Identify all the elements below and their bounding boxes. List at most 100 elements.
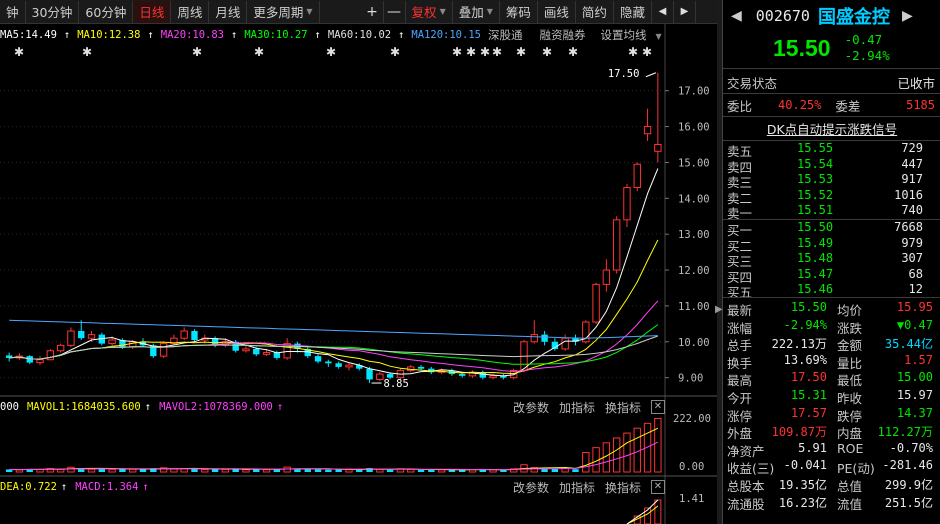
- price-change: -0.47: [844, 32, 883, 47]
- volume-bar: [335, 469, 342, 472]
- ask-volume: 729: [901, 141, 923, 155]
- event-star-icon[interactable]: ✱: [452, 46, 462, 58]
- volume-bar: [221, 468, 230, 473]
- caret-down-icon: ▼: [655, 32, 662, 41]
- volume-close-icon[interactable]: ✕: [651, 400, 665, 414]
- ask-row[interactable]: 卖四 15.54 447: [727, 157, 937, 175]
- event-star-icon[interactable]: ✱: [254, 46, 264, 58]
- quote-value: -281.46: [882, 458, 933, 473]
- ma120-value: MA120:10.15: [411, 29, 481, 41]
- bid-price: 15.47: [797, 266, 834, 281]
- bid-row[interactable]: 买二 15.49 979: [727, 236, 937, 254]
- bid-volume: 68: [908, 266, 923, 281]
- quote-value: 251.5亿: [884, 495, 933, 510]
- weibi-row: 委比 40.25% 委差 5185: [723, 96, 940, 114]
- event-star-icon[interactable]: ✱: [516, 46, 526, 58]
- candle-body: [459, 374, 466, 376]
- macd-axis-top: 1.41: [679, 493, 704, 505]
- quote-value: 1.57: [904, 352, 933, 367]
- event-star-icon[interactable]: ✱: [466, 46, 476, 58]
- volume-bar: [345, 469, 353, 473]
- low-price-annotation: 8.85: [384, 378, 409, 390]
- mavol2-line: [9, 441, 659, 471]
- volume-axis-bottom: 0.00: [679, 461, 704, 473]
- quote-value: 15.31: [790, 388, 827, 402]
- divider: [723, 297, 940, 298]
- macd-switch-indicator-button[interactable]: 换指标: [605, 479, 641, 496]
- quote-label: 均价: [837, 303, 863, 318]
- bid-row[interactable]: 买五 15.46 12: [727, 282, 937, 300]
- quote-side-panel: ◀ 002670 国盛金控 ▶ 15.50 -0.47 -2.94% 交易状态 …: [722, 0, 940, 524]
- event-star-icon[interactable]: ✱: [390, 46, 400, 58]
- bid-row[interactable]: 买四 15.47 68: [727, 266, 937, 285]
- event-star-icon[interactable]: ✱: [14, 46, 24, 58]
- volume-bar: [386, 469, 394, 472]
- macd-close-icon[interactable]: ✕: [651, 480, 665, 494]
- ma-up-arrow-icon: ↑: [147, 29, 154, 41]
- bid-row[interactable]: 买三 15.48 307: [727, 251, 937, 269]
- candle-body: [253, 348, 260, 355]
- ma-settings-button[interactable]: 设置均线 ▼: [600, 27, 668, 43]
- event-star-icon[interactable]: ✱: [192, 46, 202, 58]
- dk-signal-text: DK点自动提示涨跌信号: [766, 121, 898, 137]
- quote-label: 总股本: [727, 479, 765, 494]
- volume-edit-params-button[interactable]: 改参数: [513, 399, 549, 416]
- volume-add-indicator-button[interactable]: 加指标: [559, 399, 595, 416]
- macd-add-indicator-button[interactable]: 加指标: [559, 479, 595, 496]
- ask-row[interactable]: 卖二 15.52 1016: [727, 188, 937, 206]
- event-star-icon[interactable]: ✱: [480, 46, 490, 58]
- event-star-icon[interactable]: ✱: [568, 46, 578, 58]
- ma60-value: MA60:10.02: [327, 29, 392, 41]
- quote-row: 今开 15.31 昨收 15.97: [727, 388, 939, 406]
- quote-value: 14.37: [896, 405, 933, 420]
- event-star-icon[interactable]: ✱: [642, 46, 652, 58]
- mavol1-value: MAVOL1:1684035.600: [26, 401, 141, 413]
- bid-price: 15.50: [797, 220, 834, 234]
- volume-bar: [437, 469, 446, 473]
- ma120-line: [9, 319, 658, 339]
- dk-signal-link[interactable]: DK点自动提示涨跌信号: [723, 119, 940, 137]
- bid-row[interactable]: 买一 15.50 7668: [727, 220, 937, 238]
- event-star-icon[interactable]: ✱: [326, 46, 336, 58]
- candle-body: [67, 330, 75, 346]
- ask-price: 15.51: [797, 203, 834, 217]
- last-price: 15.50: [773, 34, 831, 61]
- trade-status-label: 交易状态: [727, 75, 778, 91]
- event-star-icon[interactable]: ✱: [492, 46, 502, 58]
- volume-bar: [582, 452, 590, 473]
- volume-switch-indicator-button[interactable]: 换指标: [605, 399, 641, 416]
- ask-row[interactable]: 卖一 15.51 740: [727, 203, 937, 221]
- candle-body: [78, 331, 85, 339]
- volume-panel-header: 000 MAVOL1:1684035.600 ↑ MAVOL2:1078369.…: [0, 398, 665, 416]
- ma-up-arrow-icon: ↑: [398, 29, 405, 41]
- stock-name: 国盛金控: [817, 7, 890, 28]
- event-star-icon[interactable]: ✱: [542, 46, 552, 58]
- volume-axis-top: 222.00: [673, 413, 711, 425]
- macd-up-arrow-icon: ↑: [142, 481, 149, 493]
- ask-row[interactable]: 卖五 15.55 729: [727, 141, 937, 159]
- margin-trading-button[interactable]: 融资融券: [539, 27, 585, 43]
- next-stock-icon[interactable]: ▶: [902, 8, 913, 24]
- trade-status-row: 交易状态 已收市: [723, 73, 940, 91]
- candle-body: [561, 337, 569, 350]
- event-star-icon[interactable]: ✱: [82, 46, 92, 58]
- stock-header: ◀ 002670 国盛金控 ▶: [723, 4, 940, 28]
- candle-body: [602, 269, 611, 285]
- macd-up-arrow-icon: ↑: [60, 481, 68, 493]
- divider: [723, 93, 940, 94]
- shengutong-button[interactable]: 深股通: [488, 27, 523, 43]
- prev-stock-icon[interactable]: ◀: [731, 8, 742, 24]
- ma-up-arrow-icon: ↑: [63, 29, 71, 41]
- event-star-icon[interactable]: ✱: [628, 46, 638, 58]
- quote-value: 109.87万: [771, 425, 827, 440]
- volume-bar: [654, 417, 662, 473]
- quote-value: 15.00: [896, 370, 933, 385]
- trade-status-value: 已收市: [897, 75, 935, 91]
- dif-line: [626, 499, 659, 524]
- quote-label: 跌停: [837, 408, 863, 424]
- candle-body: [325, 361, 332, 364]
- macd-edit-params-button[interactable]: 改参数: [513, 479, 549, 496]
- ask-volume: 917: [901, 172, 923, 186]
- ask-row[interactable]: 卖三 15.53 917: [727, 172, 937, 190]
- kline-chart[interactable]: 17.00 16.00 15.00 14.00 13.00 12.00 11.00 10.00…: [0, 0, 717, 524]
